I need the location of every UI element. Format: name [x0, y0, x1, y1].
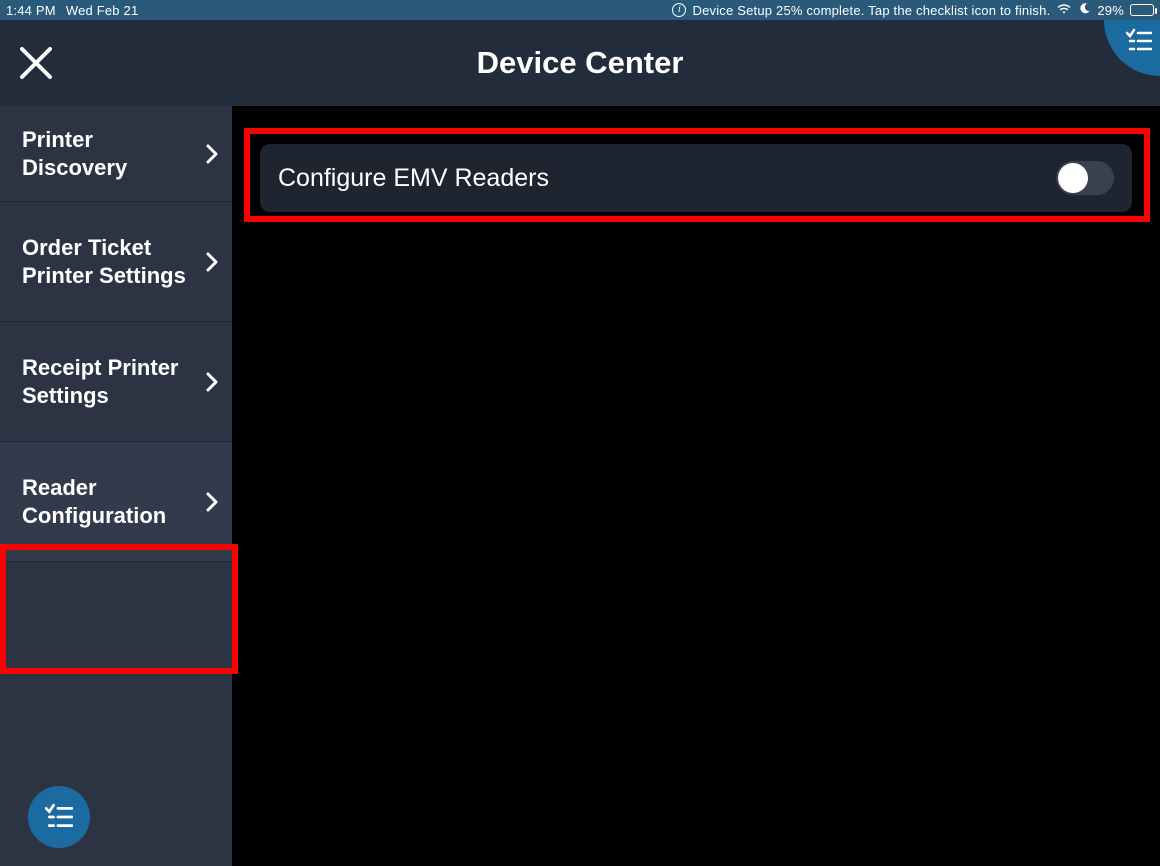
- sidebar-item-receipt-printer-settings[interactable]: Receipt Printer Settings: [0, 322, 232, 442]
- app-root: 1:44 PM Wed Feb 21 i Device Setup 25% co…: [0, 0, 1160, 866]
- do-not-disturb-icon: [1078, 2, 1091, 18]
- sidebar: Printer Discovery Order Ticket Printer S…: [0, 106, 232, 866]
- checklist-fab[interactable]: [28, 786, 90, 848]
- chevron-right-icon: [206, 252, 218, 272]
- sidebar-item-label: Order Ticket Printer Settings: [22, 234, 206, 289]
- chevron-right-icon: [206, 492, 218, 512]
- wifi-icon: [1056, 3, 1072, 18]
- configure-emv-toggle[interactable]: [1056, 161, 1114, 195]
- sidebar-item-printer-discovery[interactable]: Printer Discovery: [0, 106, 232, 202]
- main-panel: Configure EMV Readers: [232, 106, 1160, 866]
- sidebar-item-reader-configuration[interactable]: Reader Configuration: [0, 442, 232, 562]
- configure-emv-label: Configure EMV Readers: [278, 164, 549, 193]
- chevron-right-icon: [206, 144, 218, 164]
- sidebar-item-label: Printer Discovery: [22, 126, 206, 181]
- status-bar-left: 1:44 PM Wed Feb 21: [6, 3, 138, 18]
- checklist-button[interactable]: [1104, 20, 1160, 76]
- toggle-knob: [1058, 163, 1088, 193]
- page-title: Device Center: [477, 45, 684, 81]
- sidebar-item-label: Reader Configuration: [22, 474, 206, 529]
- info-icon: i: [672, 3, 686, 17]
- status-time: 1:44 PM: [6, 3, 56, 18]
- sidebar-item-label: Receipt Printer Settings: [22, 354, 206, 409]
- battery-percent: 29%: [1097, 3, 1124, 18]
- body: Printer Discovery Order Ticket Printer S…: [0, 106, 1160, 866]
- status-date: Wed Feb 21: [66, 3, 139, 18]
- chevron-right-icon: [206, 372, 218, 392]
- configure-emv-row: Configure EMV Readers: [260, 144, 1132, 212]
- header-bar: Device Center: [0, 20, 1160, 106]
- sidebar-item-order-ticket-printer-settings[interactable]: Order Ticket Printer Settings: [0, 202, 232, 322]
- battery-icon: [1130, 4, 1154, 16]
- close-icon: [18, 45, 54, 81]
- status-setup-message: Device Setup 25% complete. Tap the check…: [692, 3, 1050, 18]
- checklist-icon: [1126, 28, 1152, 54]
- close-button[interactable]: [18, 45, 54, 81]
- status-bar-right: i Device Setup 25% complete. Tap the che…: [672, 2, 1154, 18]
- checklist-icon: [45, 803, 73, 831]
- status-bar: 1:44 PM Wed Feb 21 i Device Setup 25% co…: [0, 0, 1160, 20]
